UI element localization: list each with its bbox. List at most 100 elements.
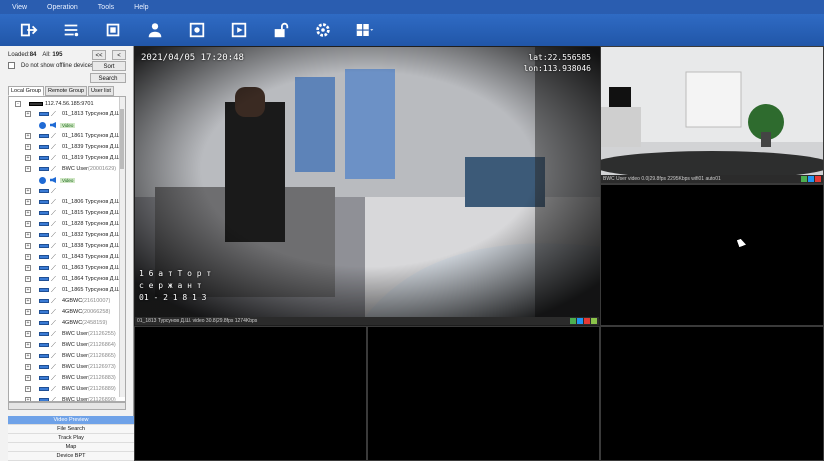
settings-icon xyxy=(316,23,330,37)
layout-button[interactable] xyxy=(352,18,378,42)
tree-vscrollbar[interactable] xyxy=(119,97,125,397)
video-cell-2[interactable]: BWC User video 0.0|29.8fps 2295Kbps wifi… xyxy=(592,46,824,184)
tree-device-item[interactable]: + ⟋ BWC User (21126865) xyxy=(25,351,116,361)
tree-device-item[interactable]: + ⟋ 4GBWC (21610007) xyxy=(25,296,110,306)
expand-icon[interactable]: + xyxy=(25,364,31,370)
snapshot-small-icon[interactable] xyxy=(591,318,597,324)
audio-icon[interactable] xyxy=(570,318,576,324)
expand-icon[interactable]: + xyxy=(25,386,31,392)
video-cell-4[interactable] xyxy=(134,326,367,461)
audio-icon[interactable] xyxy=(801,176,807,182)
tab-user-list[interactable]: User list xyxy=(88,86,114,96)
settings-button[interactable] xyxy=(310,18,336,42)
expand-icon[interactable]: + xyxy=(25,243,31,249)
expand-icon[interactable]: + xyxy=(25,265,31,271)
tree-device-item[interactable]: + ⟋ 01_1828 Турсунов Д.Ш. xyxy=(25,219,122,229)
expand-icon[interactable]: + xyxy=(25,298,31,304)
collapse-icon[interactable]: - xyxy=(15,101,21,107)
tree-device-item[interactable]: + ⟋ 01_1838 Турсунов Д.Ш. xyxy=(25,241,122,251)
expand-icon[interactable]: + xyxy=(25,188,31,194)
tree-device-item[interactable]: + ⟋ BWC User (21126883) xyxy=(25,373,116,383)
tree-device-item[interactable]: + ⟋ 01_1863 Турсунов Д.Ш. xyxy=(25,263,122,273)
offline-checkbox[interactable] xyxy=(8,62,15,69)
tree-device-item[interactable]: + ⟋ xyxy=(25,186,62,196)
expand-icon[interactable]: + xyxy=(25,221,31,227)
talk-icon[interactable] xyxy=(577,318,583,324)
nav-video-preview[interactable]: Video Preview xyxy=(8,416,134,425)
menu-operation[interactable]: Operation xyxy=(47,4,78,11)
tree-hscrollbar[interactable] xyxy=(8,402,126,410)
expand-icon[interactable]: + xyxy=(25,210,31,216)
user-button[interactable] xyxy=(142,18,168,42)
device-list-button[interactable] xyxy=(58,18,84,42)
menu-view[interactable]: View xyxy=(12,4,27,11)
tree-device-item[interactable]: + ⟋ 4GBWC (2458159) xyxy=(25,318,107,328)
tree-device-item[interactable]: + ⟋ 01_1819 Турсунов Д.Ш. xyxy=(25,153,122,163)
snapshot-button[interactable] xyxy=(184,18,210,42)
video-cell-main[interactable]: 2021/04/05 17:20:48 lat:22.556585 lon:11… xyxy=(134,46,601,326)
expand-icon[interactable]: + xyxy=(25,287,31,293)
expand-icon[interactable]: + xyxy=(25,276,31,282)
unlock-button[interactable] xyxy=(268,18,294,42)
search-button[interactable]: Search xyxy=(90,73,126,83)
tree-device-item[interactable]: + ⟋ BWC User (21126890) xyxy=(25,395,116,401)
tree-device-item[interactable]: + ⟋ 01_1815 Турсунов Д.Ш. xyxy=(25,208,122,218)
tree-device-item[interactable]: + ⟋ BWC User (21126889) xyxy=(25,384,116,394)
video-channel-label: Video xyxy=(60,122,76,128)
expand-icon[interactable]: + xyxy=(25,353,31,359)
sort-button[interactable]: Sort xyxy=(92,61,126,71)
menu-tools[interactable]: Tools xyxy=(98,4,114,11)
expand-icon[interactable]: + xyxy=(25,342,31,348)
expand-icon[interactable]: + xyxy=(25,320,31,326)
tree-device-item[interactable]: + ⟋ 01_1865 Турсунов Д.Ш. xyxy=(25,285,122,295)
tree-device-item[interactable]: + ⟋ BWC User (21126973) xyxy=(25,362,116,372)
tree-device-item[interactable]: + ⟋ 01_1864 Турсунов Д.Ш. xyxy=(25,274,122,284)
nav-file-search[interactable]: File Search xyxy=(8,425,134,434)
talk-icon[interactable] xyxy=(808,176,814,182)
camera-feed-office xyxy=(135,47,601,319)
tree-device-item[interactable]: + ⟋ 01_1843 Турсунов Д.Ш. xyxy=(25,252,122,262)
expand-icon[interactable]: + xyxy=(25,144,31,150)
device-label: BWC User xyxy=(62,166,88,172)
tree-root[interactable]: - 112.74.56.185:9701 xyxy=(15,99,94,109)
tree-device-item[interactable]: + ⟋ 01_1861 Турсунов Д.Ш. xyxy=(25,131,122,141)
tree-device-item[interactable]: + ⟋ BWC User (21126864) xyxy=(25,340,116,350)
expand-icon[interactable]: + xyxy=(25,331,31,337)
video-cell-6[interactable] xyxy=(600,326,824,461)
tree-channel-item[interactable]: Video xyxy=(39,175,76,185)
tree-device-item[interactable]: + ⟋ 01_1839 Турсунов Д.Ш. xyxy=(25,142,122,152)
expand-icon[interactable]: + xyxy=(25,111,31,117)
device-label: 01_1813 Турсунов Д.Ш. xyxy=(62,111,122,117)
tree-device-item[interactable]: + ⟋ 01_1806 Турсунов Д.Ш. xyxy=(25,197,122,207)
tree-vscroll-thumb[interactable] xyxy=(120,109,124,169)
tree-device-item[interactable]: + ⟋ 4GBWC (20066258) xyxy=(25,307,110,317)
expand-icon[interactable]: + xyxy=(25,199,31,205)
expand-icon[interactable]: + xyxy=(25,133,31,139)
record-play-button[interactable] xyxy=(226,18,252,42)
next-page-button[interactable]: < xyxy=(112,50,126,60)
expand-icon[interactable]: + xyxy=(25,254,31,260)
video-cell-3[interactable] xyxy=(600,184,824,326)
logout-button[interactable] xyxy=(16,18,42,42)
tree-device-item[interactable]: + ⟋ BWC User (20001629) xyxy=(25,164,116,174)
nav-track-play[interactable]: Track Play xyxy=(8,434,134,443)
record-icon[interactable] xyxy=(584,318,590,324)
expand-icon[interactable]: + xyxy=(25,232,31,238)
menu-help[interactable]: Help xyxy=(134,4,148,11)
tab-local-group[interactable]: Local Group xyxy=(8,86,44,96)
tree-channel-item[interactable]: Video xyxy=(39,120,76,130)
prev-page-button[interactable]: << xyxy=(92,50,106,60)
expand-icon[interactable]: + xyxy=(25,166,31,172)
expand-icon[interactable]: + xyxy=(25,375,31,381)
tree-device-item[interactable]: + ⟋ 01_1832 Турсунов Д.Ш. xyxy=(25,230,122,240)
nav-device-bpt[interactable]: Device BPT xyxy=(8,452,134,461)
fullscreen-button[interactable] xyxy=(100,18,126,42)
tab-remote-group[interactable]: Remote Group xyxy=(44,86,88,96)
nav-map[interactable]: Map xyxy=(8,443,134,452)
tree-device-item[interactable]: + ⟋ BWC User (21126255) xyxy=(25,329,116,339)
record-icon[interactable] xyxy=(815,176,821,182)
video-cell-5[interactable] xyxy=(367,326,600,461)
expand-icon[interactable]: + xyxy=(25,309,31,315)
expand-icon[interactable]: + xyxy=(25,155,31,161)
tree-device-item[interactable]: + ⟋ 01_1813 Турсунов Д.Ш. xyxy=(25,109,122,119)
